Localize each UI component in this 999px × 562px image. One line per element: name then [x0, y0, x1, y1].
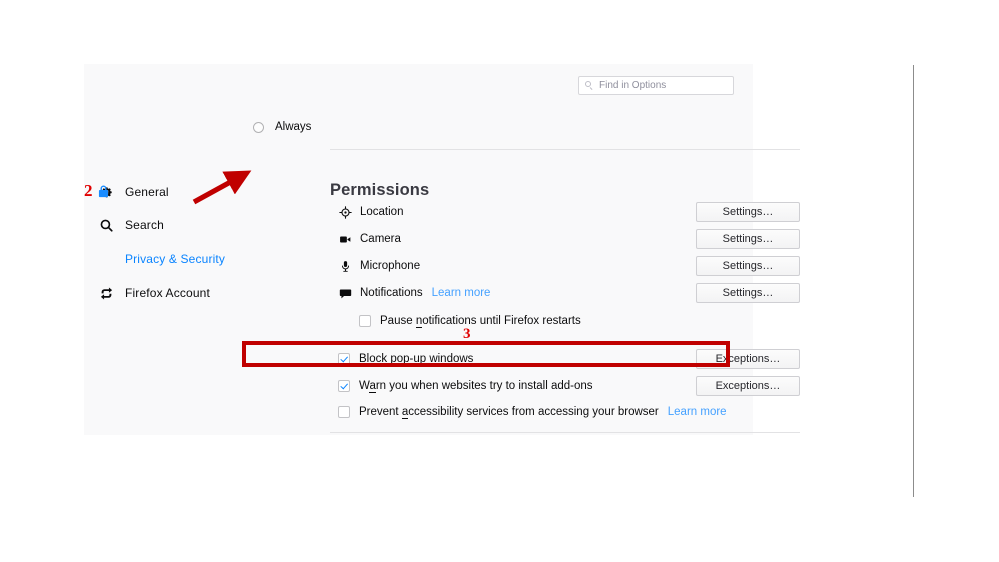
block-popups-label: Block pop-up windows — [359, 353, 473, 365]
location-target-icon — [338, 205, 352, 219]
sidebar-item-label: General — [125, 185, 169, 199]
permission-row-location[interactable]: Location — [338, 202, 403, 222]
content-pane: Always Permissions Location Settings… — [246, 64, 753, 435]
block-popups-exceptions-button[interactable]: Exceptions… — [696, 349, 800, 369]
permission-label: Camera — [360, 233, 401, 245]
sidebar-item-privacy-security[interactable]: Privacy & Security — [98, 248, 225, 270]
permission-label: Notifications — [360, 287, 423, 299]
always-radio-label: Always — [275, 121, 311, 133]
sidebar-item-label: Search — [125, 218, 164, 232]
options-panel: Find in Options General Search — [84, 64, 753, 435]
lock-icon — [98, 251, 115, 268]
warn-addons-label: Warn you when websites try to install ad… — [359, 380, 593, 392]
lock-icon — [96, 184, 111, 199]
permission-row-camera[interactable]: Camera — [338, 229, 401, 249]
search-icon — [98, 217, 115, 234]
vertical-divider — [913, 65, 914, 497]
notifications-learn-more-link[interactable]: Learn more — [432, 287, 491, 299]
microphone-settings-button[interactable]: Settings… — [696, 256, 800, 276]
section-divider — [330, 149, 800, 150]
permission-row-notifications[interactable]: Notifications Learn more — [338, 283, 490, 303]
sidebar-item-firefox-account[interactable]: Firefox Account — [98, 282, 210, 304]
sync-arrows-icon — [98, 285, 115, 302]
block-popups-row[interactable]: Block pop-up windows — [338, 350, 473, 368]
section-divider — [330, 432, 800, 433]
microphone-icon — [338, 259, 352, 273]
sidebar-item-label: Privacy & Security — [125, 252, 225, 266]
prevent-accessibility-label: Prevent accessibility services from acce… — [359, 406, 659, 418]
pause-notifications-label: Pause notifications until Firefox restar… — [380, 315, 581, 327]
page-title: Permissions — [330, 181, 429, 200]
warn-addons-exceptions-button[interactable]: Exceptions… — [696, 376, 800, 396]
annotation-step-2: 2 — [84, 182, 93, 199]
accessibility-learn-more-link[interactable]: Learn more — [668, 406, 727, 418]
checkbox-icon[interactable] — [338, 353, 350, 365]
sidebar: General Search Privacy & Security — [84, 64, 244, 435]
permission-label: Microphone — [360, 260, 420, 272]
radio-icon[interactable] — [253, 122, 264, 133]
prevent-accessibility-row[interactable]: Prevent accessibility services from acce… — [338, 403, 727, 421]
checkbox-icon[interactable] — [359, 315, 371, 327]
annotation-step-3: 3 — [463, 327, 471, 342]
camera-settings-button[interactable]: Settings… — [696, 229, 800, 249]
speech-bubble-icon — [338, 286, 352, 300]
checkbox-icon[interactable] — [338, 406, 350, 418]
location-settings-button[interactable]: Settings… — [696, 202, 800, 222]
camera-icon — [338, 232, 352, 246]
warn-addons-row[interactable]: Warn you when websites try to install ad… — [338, 377, 593, 395]
always-radio-row[interactable]: Always — [253, 121, 311, 133]
notifications-settings-button[interactable]: Settings… — [696, 283, 800, 303]
checkbox-icon[interactable] — [338, 380, 350, 392]
permission-row-microphone[interactable]: Microphone — [338, 256, 420, 276]
permission-label: Location — [360, 206, 403, 218]
sidebar-item-label: Firefox Account — [125, 286, 210, 300]
sidebar-item-search[interactable]: Search — [98, 214, 164, 236]
